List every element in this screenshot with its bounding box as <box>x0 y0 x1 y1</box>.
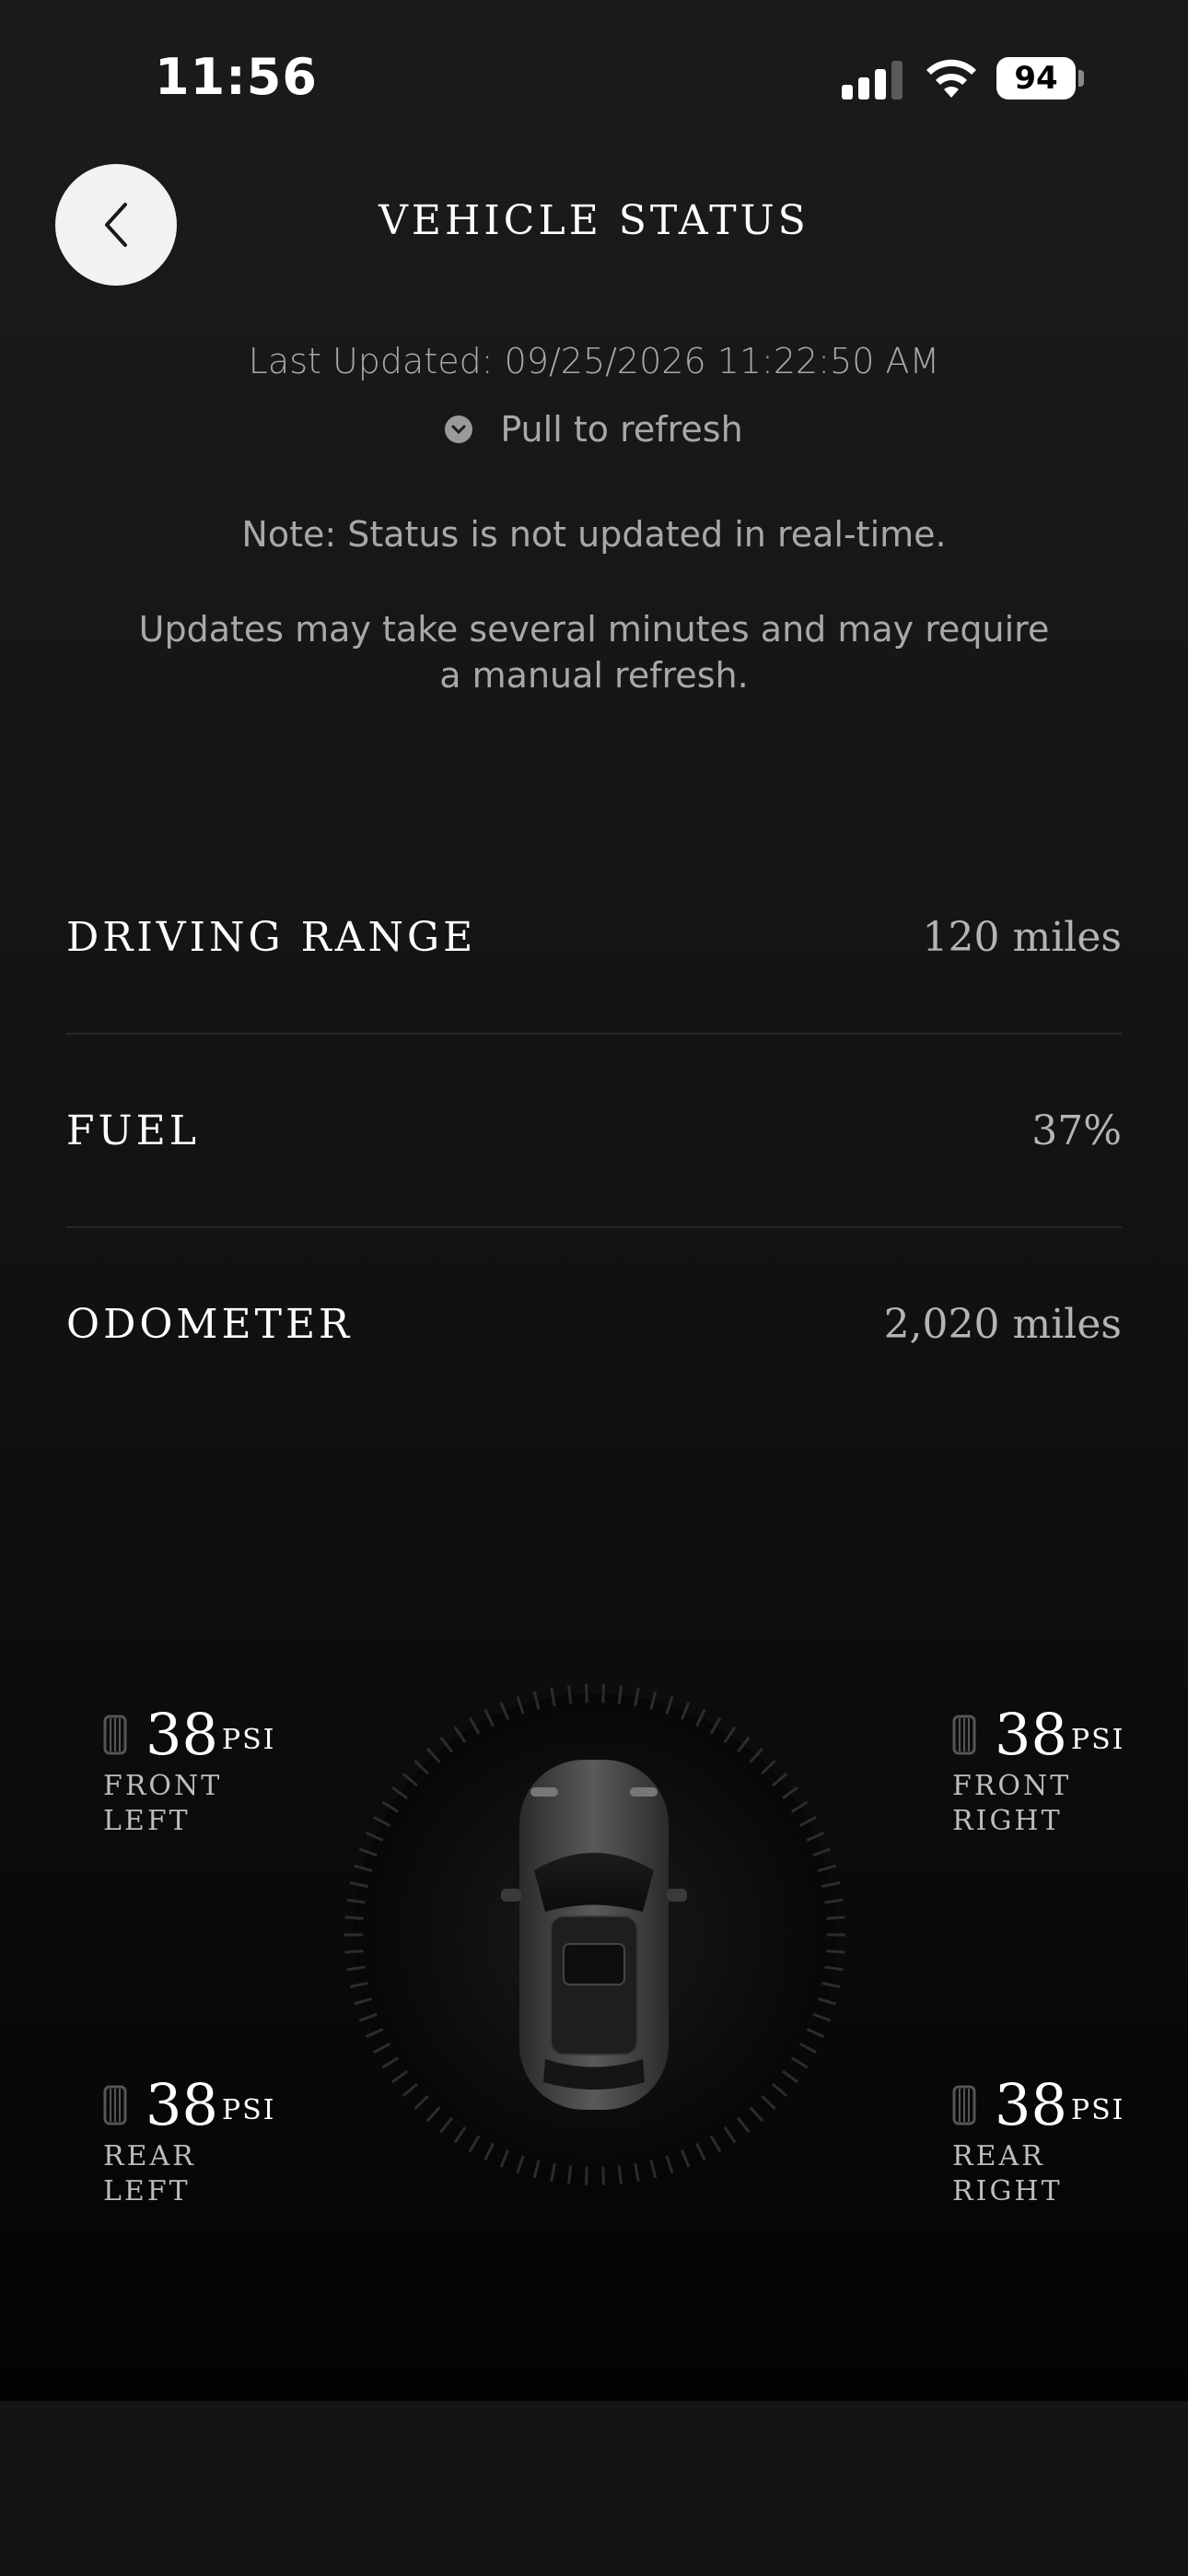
pull-to-refresh[interactable]: Pull to refresh <box>0 409 1188 450</box>
psi-value: 38 <box>146 2071 218 2138</box>
realtime-note: Note: Status is not updated in real-time… <box>241 514 947 555</box>
cellular-signal-icon <box>842 59 906 100</box>
status-time: 11:56 <box>155 48 318 106</box>
tire-rear-right: 38 PSI REAR RIGHT <box>952 2071 1125 2208</box>
car-top-view-icon <box>501 1760 687 2110</box>
tire-front-right: 38 PSI FRONT RIGHT <box>952 1701 1125 1838</box>
psi-value: 38 <box>995 2071 1067 2138</box>
psi-unit: PSI <box>1070 1724 1125 1756</box>
stat-value: 37% <box>1031 1107 1122 1154</box>
stat-label: FUEL <box>66 1107 200 1154</box>
ring-tick <box>567 1685 573 1704</box>
ring-tick <box>601 2166 605 2185</box>
chevron-down-circle-icon <box>445 416 473 443</box>
battery-icon: 94 <box>996 57 1084 100</box>
tire-icon <box>952 2085 976 2125</box>
stat-value: 2,020 miles <box>883 1300 1122 1348</box>
last-updated-text: Last Updated: 09/25/2026 11:22:50 AM <box>248 341 940 381</box>
bottom-bar <box>0 2401 1188 2576</box>
ring-tick <box>344 1915 364 1920</box>
ring-tick <box>585 2166 588 2185</box>
wifi-icon <box>926 59 976 98</box>
updates-note: Updates may take several minutes and may… <box>138 609 1050 696</box>
tire-position-line1: FRONT <box>103 1770 223 1802</box>
psi-value: 38 <box>146 1701 218 1768</box>
battery-level: 94 <box>1014 60 1058 97</box>
ring-tick <box>826 1950 845 1954</box>
tire-icon <box>952 1715 976 1754</box>
ring-tick <box>601 1684 605 1704</box>
tire-position-line1: FRONT <box>952 1770 1072 1802</box>
page-title: VEHICLE STATUS <box>379 197 809 244</box>
tire-rear-left: 38 PSI REAR LEFT <box>103 2071 276 2208</box>
stat-value: 120 miles <box>922 913 1122 961</box>
stat-row-driving-range: DRIVING RANGE 120 miles <box>66 840 1122 1034</box>
ring-tick <box>585 1684 588 1704</box>
ring-tick <box>567 2165 573 2184</box>
tire-front-left: 38 PSI FRONT LEFT <box>103 1701 276 1838</box>
tire-position-line2: LEFT <box>103 1805 191 1837</box>
ring-tick <box>617 1685 623 1704</box>
pull-to-refresh-label: Pull to refresh <box>500 409 743 450</box>
stat-label: ODOMETER <box>66 1300 354 1348</box>
psi-unit: PSI <box>221 2094 276 2126</box>
psi-value: 38 <box>995 1701 1067 1768</box>
psi-unit: PSI <box>1070 2094 1125 2126</box>
ring-tick <box>344 1950 364 1954</box>
stat-label: DRIVING RANGE <box>66 913 477 961</box>
stat-row-fuel: FUEL 37% <box>66 1034 1122 1227</box>
stat-row-odometer: ODOMETER 2,020 miles <box>66 1227 1122 1421</box>
tire-position-line1: REAR <box>103 2140 196 2172</box>
tire-position-line2: RIGHT <box>952 1805 1063 1837</box>
ring-tick <box>826 1915 845 1920</box>
tire-icon <box>103 2085 127 2125</box>
tire-position-line1: REAR <box>952 2140 1045 2172</box>
tire-icon <box>103 1715 127 1754</box>
tire-position-line2: LEFT <box>103 2175 191 2207</box>
ring-tick <box>617 2165 623 2184</box>
tire-pressure-panel: 38 PSI FRONT LEFT 38 PSI FRONT RIGHT 38 … <box>0 1658 1188 2230</box>
status-bar: 11:56 94 <box>0 0 1188 157</box>
psi-unit: PSI <box>221 1724 276 1756</box>
tire-position-line2: RIGHT <box>952 2175 1063 2207</box>
